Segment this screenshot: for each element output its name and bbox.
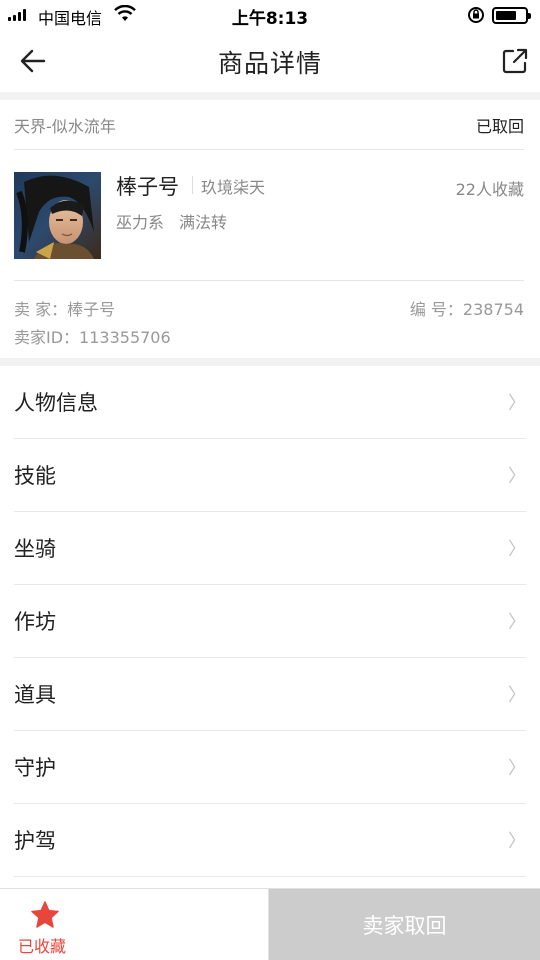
share-icon <box>502 48 528 74</box>
page-title: 商品详情 <box>217 49 322 78</box>
status-badge: 已取回 <box>475 116 524 136</box>
section-divider <box>0 92 540 100</box>
role-tag: 满法转 <box>179 213 228 232</box>
bottom-action-bar: 已收藏 卖家取回 <box>0 888 540 960</box>
menu-item-items[interactable]: 道具 〉 <box>14 658 526 731</box>
menu-item-label: 守护 <box>14 756 56 780</box>
role-tag: 巫力系 <box>116 213 165 232</box>
seller-id: 卖家ID：113355706 <box>14 328 171 347</box>
chevron-right-icon: 〉 <box>508 612 526 633</box>
chevron-right-icon: 〉 <box>508 393 526 414</box>
seller-recall-button[interactable]: 卖家取回 <box>269 889 540 960</box>
menu-item-label: 作坊 <box>14 610 56 634</box>
role-tags: 巫力系 满法转 <box>116 209 227 233</box>
divider <box>192 176 193 194</box>
server-row: 天界-似水流年 已取回 <box>14 100 524 150</box>
battery-icon <box>492 7 531 24</box>
chevron-right-icon: 〉 <box>508 466 526 487</box>
chevron-right-icon: 〉 <box>508 539 526 560</box>
status-time: 上午8:13 <box>231 9 309 29</box>
chevron-right-icon: 〉 <box>508 685 526 706</box>
menu-item-label: 道具 <box>14 683 56 707</box>
nav-bar: 商品详情 <box>0 30 540 92</box>
menu-item-skills[interactable]: 技能 〉 <box>14 439 526 512</box>
menu-item-label: 坐骑 <box>14 537 56 561</box>
menu-item-mounts[interactable]: 坐骑 〉 <box>14 512 526 585</box>
share-button[interactable] <box>498 44 532 78</box>
item-number: 编 号：238754 <box>409 300 524 319</box>
chevron-right-icon: 〉 <box>508 831 526 852</box>
chevron-right-icon: 〉 <box>508 758 526 779</box>
avatar <box>14 172 101 259</box>
role-name: 棒子号 <box>116 175 179 199</box>
section-divider <box>0 358 540 366</box>
role-server: 玖境柒天 <box>201 178 266 197</box>
seller-name: 卖 家：棒子号 <box>14 300 116 319</box>
star-icon <box>30 901 60 933</box>
menu-item-escort[interactable]: 护驾 〉 <box>14 804 526 877</box>
favorite-button[interactable]: 已收藏 <box>0 889 269 960</box>
menu-item-label: 护驾 <box>14 829 56 853</box>
detail-menu: 人物信息 〉 技能 〉 坐骑 〉 作坊 〉 道具 〉 守护 〉 护驾 〉 <box>0 366 540 877</box>
favorite-label: 已收藏 <box>18 937 67 956</box>
status-bar: 中国电信 上午8:13 <box>0 0 540 30</box>
product-card: 天界-似水流年 已取回 棒子号 玖境柒天 22人收藏 巫力系 满法转 卖 家：棒… <box>0 100 540 358</box>
menu-item-character-info[interactable]: 人物信息 〉 <box>14 366 526 439</box>
divider <box>14 280 524 281</box>
menu-item-label: 技能 <box>14 464 56 488</box>
menu-item-guardian[interactable]: 守护 〉 <box>14 731 526 804</box>
collect-count: 22人收藏 <box>455 180 524 199</box>
server-name: 天界-似水流年 <box>14 116 116 136</box>
rotation-lock-icon <box>466 5 486 29</box>
menu-item-label: 人物信息 <box>14 391 98 415</box>
menu-item-workshop[interactable]: 作坊 〉 <box>14 585 526 658</box>
